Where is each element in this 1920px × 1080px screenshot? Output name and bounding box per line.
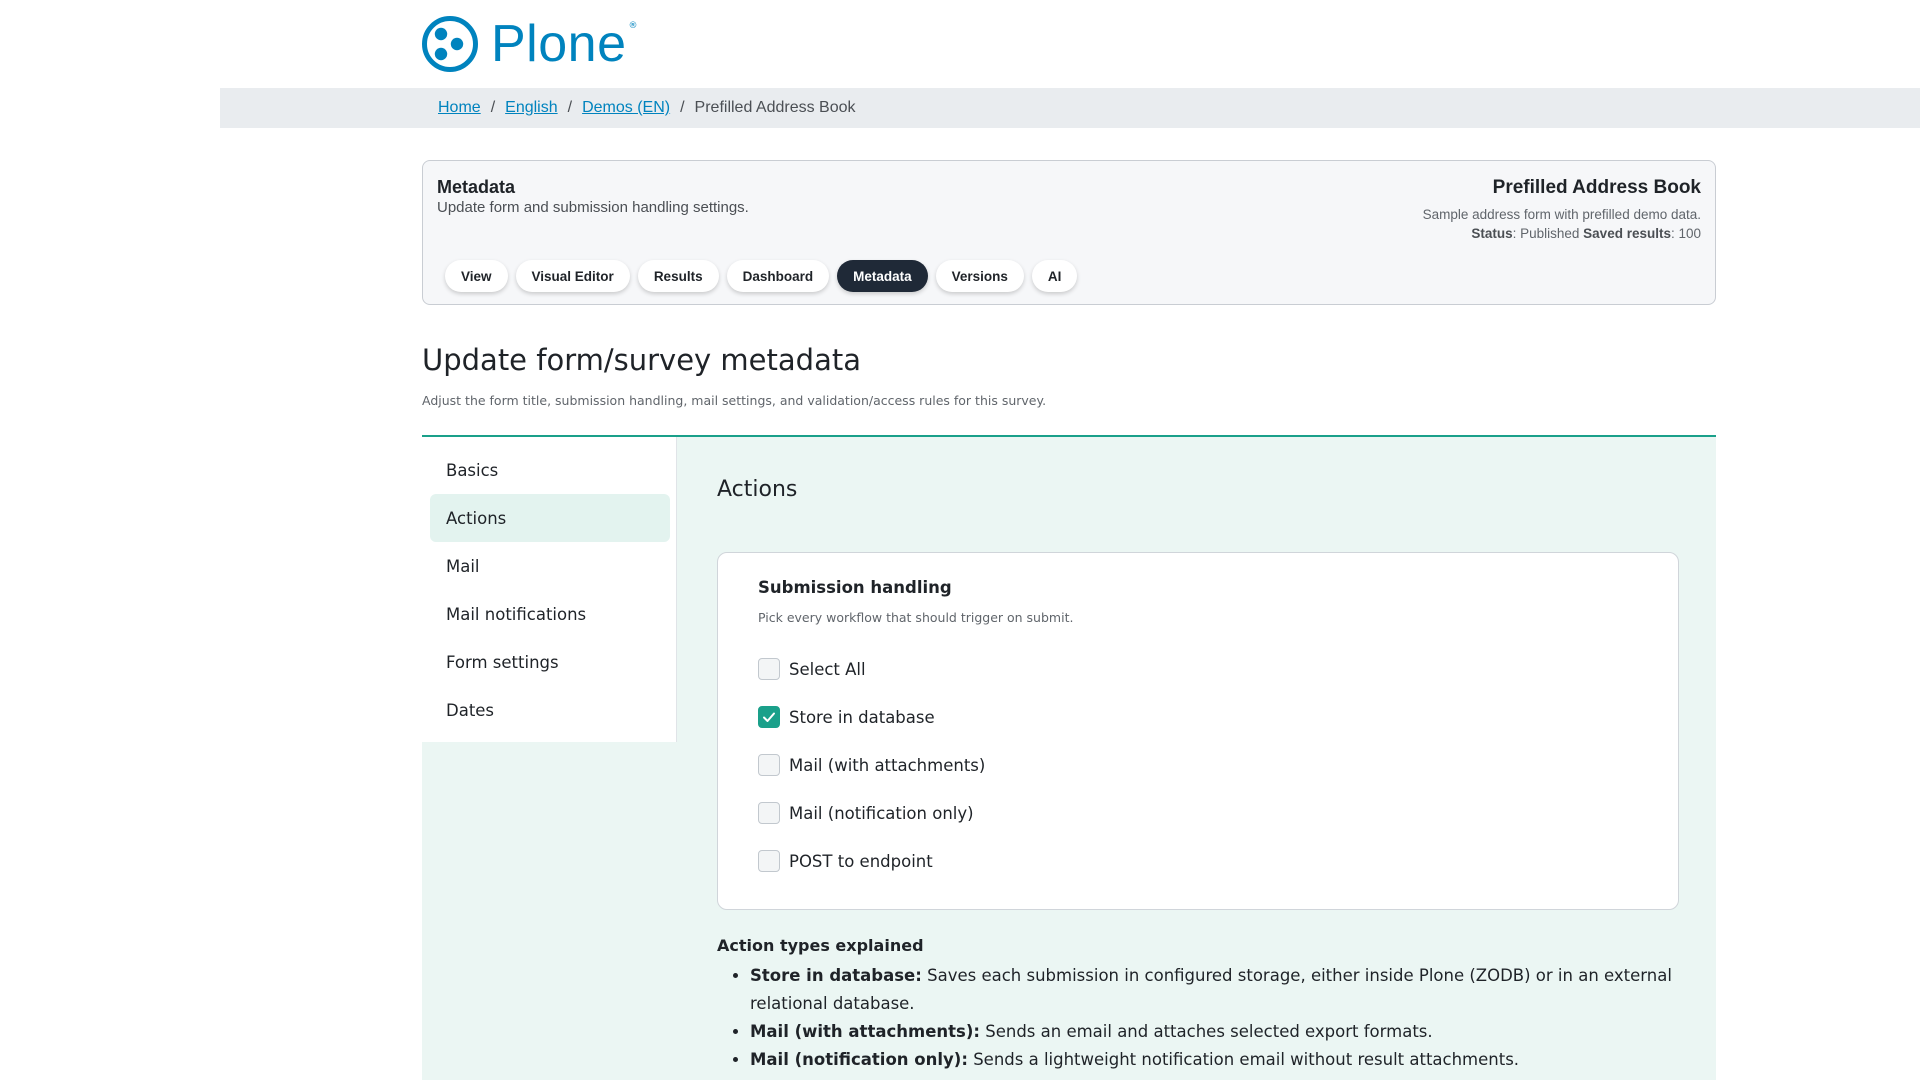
option-label: Select All xyxy=(789,659,866,679)
breadcrumb-separator: / xyxy=(680,99,685,116)
post-to-endpoint-checkbox[interactable] xyxy=(758,850,780,872)
status-label: Status xyxy=(1471,226,1513,241)
tab-dashboard[interactable]: Dashboard xyxy=(726,260,830,292)
list-item: Mail (notification only): Sends a lightw… xyxy=(750,1046,1710,1074)
option-mail-notification-only[interactable]: Mail (notification only) xyxy=(758,802,974,824)
form-tabs: View Visual Editor Results Dashboard Met… xyxy=(445,260,1078,292)
saved-results-label: Saved results xyxy=(1583,226,1671,241)
breadcrumb-english-link[interactable]: English xyxy=(505,99,557,117)
status-value: : Published xyxy=(1512,226,1584,241)
tab-view[interactable]: View xyxy=(445,260,508,292)
tab-results[interactable]: Results xyxy=(637,260,719,292)
action-types-title: Action types explained xyxy=(717,936,924,955)
actions-section-title: Actions xyxy=(717,477,798,502)
breadcrumb-demos-link[interactable]: Demos (EN) xyxy=(582,99,670,117)
saved-results-value: : 100 xyxy=(1670,226,1701,241)
tab-visual-editor[interactable]: Visual Editor xyxy=(515,260,630,292)
mail-with-attachments-checkbox[interactable] xyxy=(758,754,780,776)
sidenav-item-basics[interactable]: Basics xyxy=(430,446,670,494)
sidenav-item-dates[interactable]: Dates xyxy=(430,686,670,734)
list-item: Mail (with attachments): Sends an email … xyxy=(750,1018,1710,1046)
plone-logo[interactable]: Plone ® xyxy=(421,14,648,74)
submission-handling-help: Pick every workflow that should trigger … xyxy=(758,610,1074,625)
breadcrumb-current: Prefilled Address Book xyxy=(694,99,856,116)
list-item: Store in database: Saves each submission… xyxy=(750,962,1710,1018)
option-select-all[interactable]: Select All xyxy=(758,658,866,680)
breadcrumb: Home / English / Demos (EN) / Prefilled … xyxy=(438,88,856,128)
plone-logo-icon xyxy=(422,16,478,72)
checkmark-icon xyxy=(763,712,775,722)
term: Mail (notification only): xyxy=(750,1050,968,1069)
sidenav-item-mail[interactable]: Mail xyxy=(430,542,670,590)
form-toolbar-card: Metadata Update form and submission hand… xyxy=(422,160,1716,305)
sidenav-item-actions[interactable]: Actions xyxy=(430,494,670,542)
breadcrumb-home-link[interactable]: Home xyxy=(438,99,481,117)
term: Store in database: xyxy=(750,966,922,985)
tab-versions[interactable]: Versions xyxy=(935,260,1024,292)
logo-text: Plone xyxy=(491,15,627,73)
registered-mark: ® xyxy=(628,21,638,31)
mail-notification-only-checkbox[interactable] xyxy=(758,802,780,824)
card-subtitle: Update form and submission handling sett… xyxy=(437,199,749,216)
tab-metadata[interactable]: Metadata xyxy=(837,260,928,292)
submission-handling-fieldset: Submission handling Pick every workflow … xyxy=(717,552,1679,910)
option-store-in-database[interactable]: Store in database xyxy=(758,706,935,728)
form-description: Sample address form with prefilled demo … xyxy=(1422,207,1701,222)
breadcrumb-bar: Home / English / Demos (EN) / Prefilled … xyxy=(220,88,1920,128)
definition: Sends an email and attaches selected exp… xyxy=(985,1022,1433,1041)
action-types-list: Store in database: Saves each submission… xyxy=(717,962,1710,1074)
breadcrumb-separator: / xyxy=(490,99,496,116)
sidenav-item-mail-notifications[interactable]: Mail notifications xyxy=(430,590,670,638)
breadcrumb-separator: / xyxy=(567,99,573,116)
page-description: Adjust the form title, submission handli… xyxy=(422,393,1047,408)
site-header: Plone ® xyxy=(0,0,1920,88)
option-label: Store in database xyxy=(789,707,935,727)
option-label: POST to endpoint xyxy=(789,851,933,871)
page-title: Update form/survey metadata xyxy=(422,343,861,377)
definition: Sends a lightweight notification email w… xyxy=(973,1050,1520,1069)
option-label: Mail (notification only) xyxy=(789,803,974,823)
select-all-checkbox[interactable] xyxy=(758,658,780,680)
option-post-to-endpoint[interactable]: POST to endpoint xyxy=(758,850,933,872)
form-summary: Prefilled Address Book Sample address fo… xyxy=(1423,177,1701,241)
form-title: Prefilled Address Book xyxy=(1492,177,1701,198)
option-label: Mail (with attachments) xyxy=(789,755,986,775)
card-title: Metadata xyxy=(437,177,516,197)
store-in-database-checkbox[interactable] xyxy=(758,706,780,728)
submission-handling-title: Submission handling xyxy=(758,578,952,597)
term: Mail (with attachments): xyxy=(750,1022,980,1041)
tab-ai[interactable]: AI xyxy=(1031,260,1078,292)
settings-sidenav: Basics Actions Mail Mail notifications F… xyxy=(422,437,677,742)
sidenav-item-form-settings[interactable]: Form settings xyxy=(430,638,670,686)
form-status-line: Status: Published Saved results: 100 xyxy=(1423,226,1701,241)
option-mail-with-attachments[interactable]: Mail (with attachments) xyxy=(758,754,985,776)
